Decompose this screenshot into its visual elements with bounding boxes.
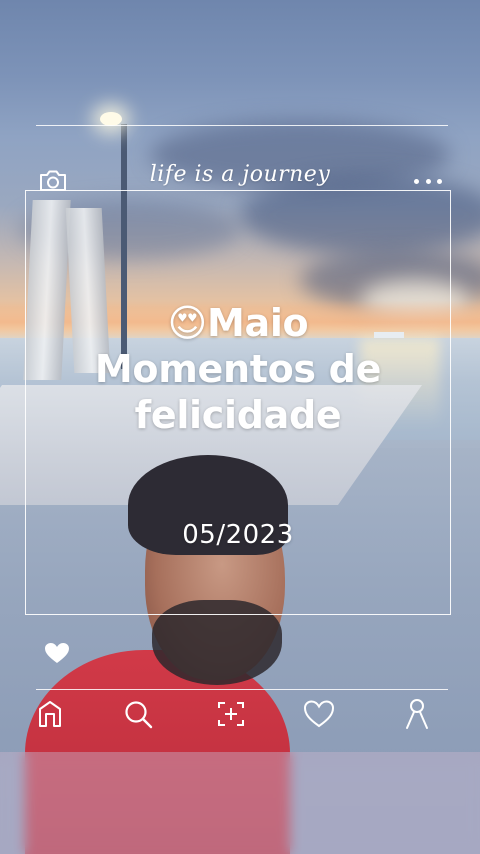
headline-line-1: 😍Maio — [25, 300, 451, 346]
bottom-nav — [0, 696, 480, 736]
home-icon[interactable] — [32, 696, 68, 732]
headline-line-3: felicidade — [134, 393, 342, 437]
month-label: Maio — [206, 301, 309, 345]
top-bar: life is a journey — [0, 80, 480, 191]
bottom-blur — [0, 752, 480, 854]
brand-title: life is a journey — [149, 162, 331, 187]
date-label: 05/2023 — [182, 520, 294, 550]
more-dot — [414, 178, 419, 184]
more-icon[interactable] — [414, 172, 442, 190]
likes-heart-icon[interactable] — [301, 696, 337, 732]
top-divider — [36, 125, 448, 126]
more-dot — [437, 178, 442, 184]
profile-icon[interactable] — [399, 696, 435, 732]
add-icon[interactable] — [213, 696, 249, 732]
headline: 😍Maio Momentos de felicidade — [25, 300, 451, 438]
bottom-divider — [36, 689, 448, 690]
search-icon[interactable] — [120, 696, 156, 732]
heart-eyes-emoji: 😍 — [167, 301, 208, 345]
heart-icon[interactable] — [44, 642, 70, 664]
more-dot — [425, 178, 431, 184]
headline-line-2: Momentos de — [94, 347, 382, 391]
